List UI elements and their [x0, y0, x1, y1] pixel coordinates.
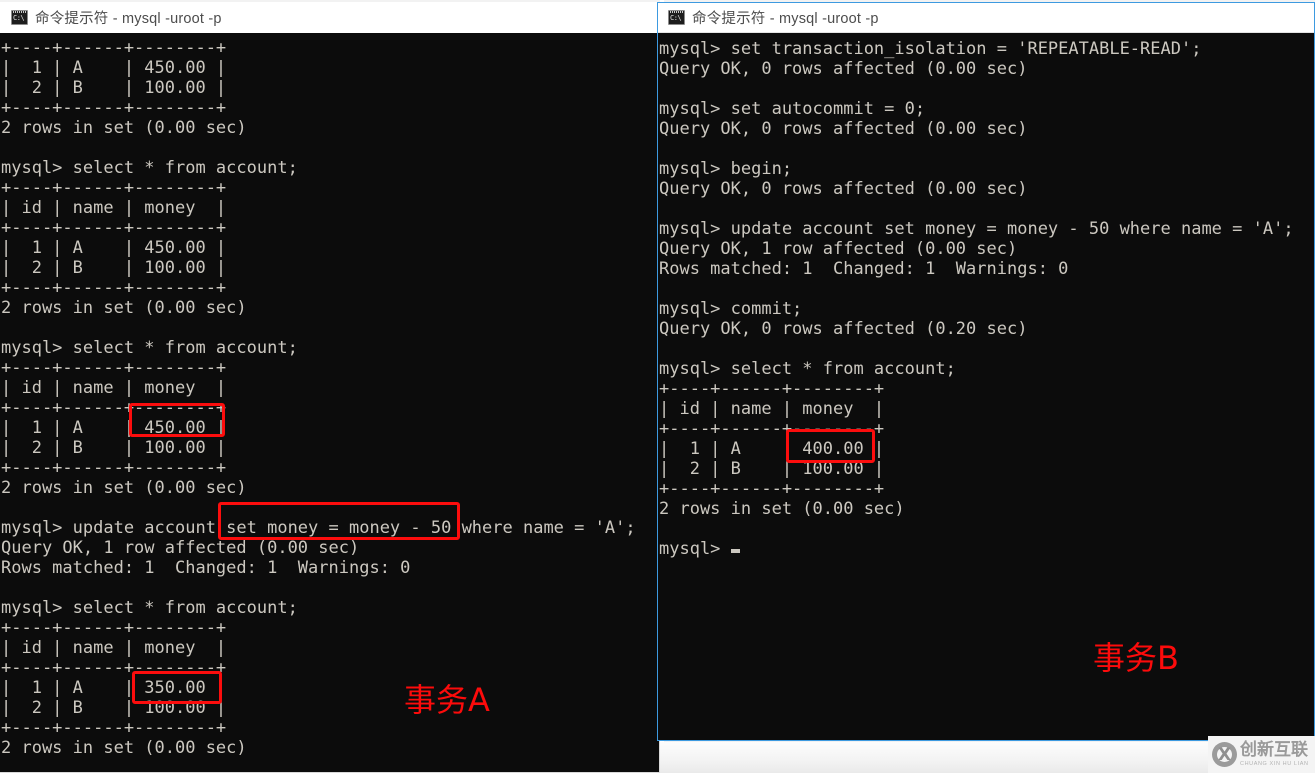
terminal-cursor [730, 549, 740, 553]
window-title-right: 命令提示符 - mysql -uroot -p [692, 11, 879, 27]
watermark-texts: 创新互联 CHUANG XIN HU LIAN [1240, 739, 1309, 768]
watermark-pinyin: CHUANG XIN HU LIAN [1240, 760, 1309, 767]
titlebar-right[interactable]: C:\ 命令提示符 - mysql -uroot -p [658, 3, 1314, 33]
label-transaction-b: 事务B [1093, 639, 1179, 677]
watermark: X 创新互联 CHUANG XIN HU LIAN [1208, 736, 1315, 773]
cmd-icon-label: C:\ [670, 14, 682, 22]
cmd-icon: C:\ [668, 10, 685, 25]
window-title-left: 命令提示符 - mysql -uroot -p [35, 11, 222, 27]
label-transaction-a: 事务A [404, 681, 490, 719]
terminal-text-right: mysql> set transaction_isolation = 'REPE… [659, 39, 1294, 559]
titlebar-left[interactable]: C:\ 命令提示符 - mysql -uroot -p [0, 2, 659, 33]
terminal-output-left[interactable]: +----+------+--------+ | 1 | A | 450.00 … [1, 33, 653, 778]
console-window-transaction-a[interactable]: C:\ 命令提示符 - mysql -uroot -p +----+------… [0, 2, 660, 773]
cmd-icon-label: C:\ [13, 14, 25, 22]
x-circle-letter: X [1217, 744, 1232, 765]
cmd-icon: C:\ [11, 10, 28, 25]
console-window-transaction-b[interactable]: C:\ 命令提示符 - mysql -uroot -p mysql> set t… [657, 2, 1315, 741]
watermark-chinese: 创新互联 [1240, 739, 1308, 760]
terminal-output-right[interactable]: mysql> set transaction_isolation = 'REPE… [659, 34, 1314, 746]
x-circle-icon: X [1212, 742, 1237, 767]
